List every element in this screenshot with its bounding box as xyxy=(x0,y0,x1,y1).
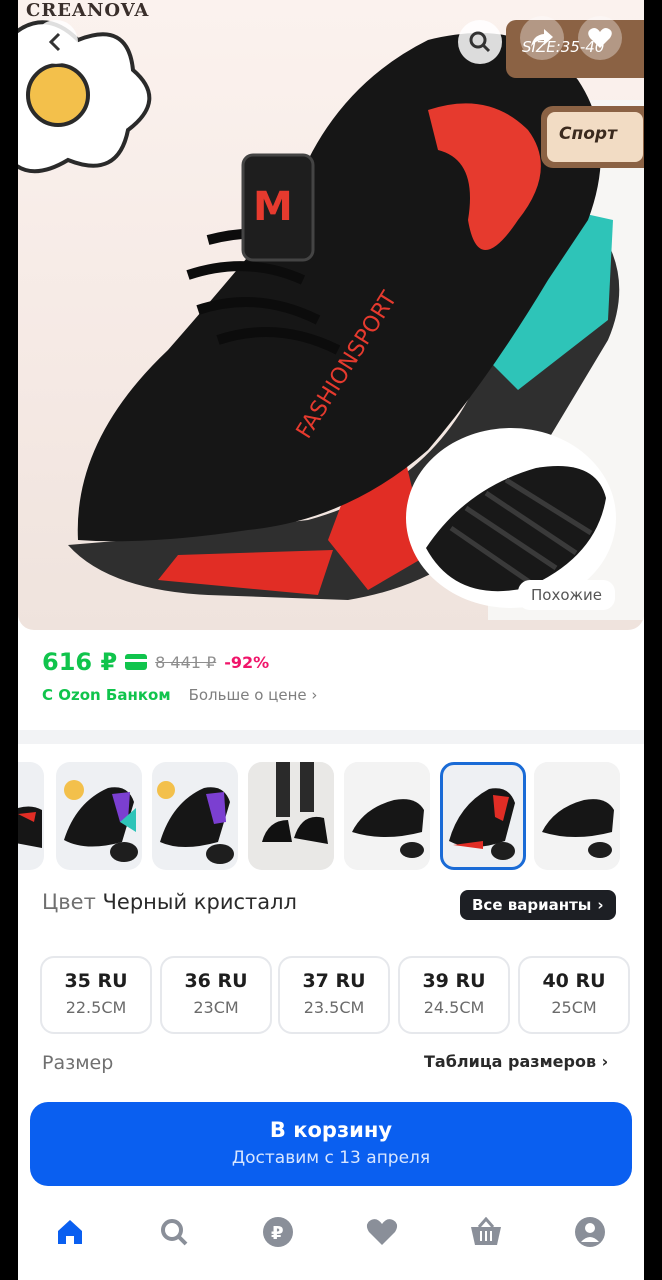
section-divider xyxy=(18,730,644,744)
size-option[interactable]: 39 RU 24.5CM xyxy=(398,956,510,1034)
price-row: 616 ₽ 8 441 ₽ -92% xyxy=(42,648,269,676)
chevron-right-icon: › xyxy=(601,1052,609,1071)
add-to-cart-button[interactable]: В корзину Доставим с 13 апреля xyxy=(30,1102,632,1186)
size-option[interactable]: 36 RU 23CM xyxy=(160,956,272,1034)
price-card: 616 ₽ 8 441 ₽ -92% С Ozon Банком Больше … xyxy=(18,634,644,730)
more-price-label: Больше о цене xyxy=(188,686,307,704)
share-button[interactable] xyxy=(520,16,564,60)
profile-icon[interactable] xyxy=(572,1214,608,1250)
product-page: CREANOVA M FASHIONSPORT Похожие SIZE:35-… xyxy=(18,0,644,1280)
svg-text:M: M xyxy=(253,184,293,230)
sport-tag: Спорт xyxy=(541,106,644,168)
color-label: Цвет xyxy=(42,890,96,914)
more-price-link[interactable]: Больше о цене › xyxy=(189,686,318,704)
all-variants-button[interactable]: Все варианты › xyxy=(460,890,616,920)
variant-thumb-1[interactable] xyxy=(18,762,44,870)
heart-icon[interactable] xyxy=(364,1214,400,1250)
current-price: 616 ₽ xyxy=(42,648,118,676)
size-table-label: Таблица размеров xyxy=(424,1052,597,1071)
brand-watermark: CREANOVA xyxy=(26,0,150,21)
variant-thumb-2[interactable] xyxy=(56,762,142,870)
variant-thumb-5[interactable] xyxy=(344,762,430,870)
bottom-nav: ₽ xyxy=(18,1200,644,1260)
size-cm: 23.5CM xyxy=(303,998,365,1017)
old-price: 8 441 ₽ xyxy=(155,652,217,672)
size-option[interactable]: 37 RU 23.5CM xyxy=(278,956,390,1034)
variant-thumb-7[interactable] xyxy=(534,762,620,870)
variant-thumb-6-selected[interactable] xyxy=(440,762,526,870)
size-ru: 40 RU xyxy=(542,970,606,992)
bank-label: С Ozon Банком xyxy=(42,686,171,704)
svg-text:₽: ₽ xyxy=(271,1223,284,1244)
size-table-link[interactable]: Таблица размеров › xyxy=(424,1052,608,1071)
search-icon[interactable] xyxy=(156,1214,192,1250)
delivery-date: Доставим с 13 апреля xyxy=(231,1148,431,1168)
heart-icon xyxy=(588,28,612,48)
size-ru: 36 RU xyxy=(184,970,248,992)
search-icon xyxy=(469,31,491,53)
size-label: Размер xyxy=(42,1052,114,1074)
chevron-right-icon: › xyxy=(597,896,604,914)
size-cm: 22.5CM xyxy=(65,998,127,1017)
chevron-left-icon xyxy=(48,32,61,52)
cart-title: В корзину xyxy=(269,1118,393,1142)
size-cm: 24.5CM xyxy=(423,998,485,1017)
home-icon[interactable] xyxy=(52,1214,88,1250)
size-ru: 39 RU xyxy=(422,970,486,992)
basket-icon[interactable] xyxy=(468,1214,504,1250)
search-button[interactable] xyxy=(458,20,502,64)
bank-row: С Ozon Банком Больше о цене › xyxy=(42,686,317,704)
size-cm: 25CM xyxy=(551,998,597,1017)
back-button[interactable] xyxy=(34,20,78,64)
size-ru: 37 RU xyxy=(302,970,366,992)
product-image[interactable]: CREANOVA M FASHIONSPORT Похожие SIZE:35-… xyxy=(18,0,644,630)
discount-badge: -92% xyxy=(224,652,270,672)
size-option[interactable]: 35 RU 22.5CM xyxy=(40,956,152,1034)
size-cm: 23CM xyxy=(193,998,239,1017)
variant-thumbnails xyxy=(18,760,644,872)
similar-chip[interactable]: Похожие xyxy=(518,580,616,610)
size-options: 35 RU 22.5CM 36 RU 23CM 37 RU 23.5CM 39 … xyxy=(40,956,640,1034)
share-icon xyxy=(531,29,553,47)
color-row: Цвет Черный кристалл xyxy=(42,890,297,914)
sport-tag-label: Спорт xyxy=(547,112,643,162)
size-ru: 35 RU xyxy=(64,970,128,992)
favorite-button[interactable] xyxy=(578,16,622,60)
variant-thumb-4[interactable] xyxy=(248,762,334,870)
bank-card-icon xyxy=(125,654,148,670)
variant-thumb-3[interactable] xyxy=(152,762,238,870)
ruble-icon[interactable]: ₽ xyxy=(260,1214,296,1250)
color-value: Черный кристалл xyxy=(102,890,297,914)
size-option[interactable]: 40 RU 25CM xyxy=(518,956,630,1034)
chevron-right-icon: › xyxy=(311,686,318,704)
all-variants-label: Все варианты xyxy=(472,896,592,914)
